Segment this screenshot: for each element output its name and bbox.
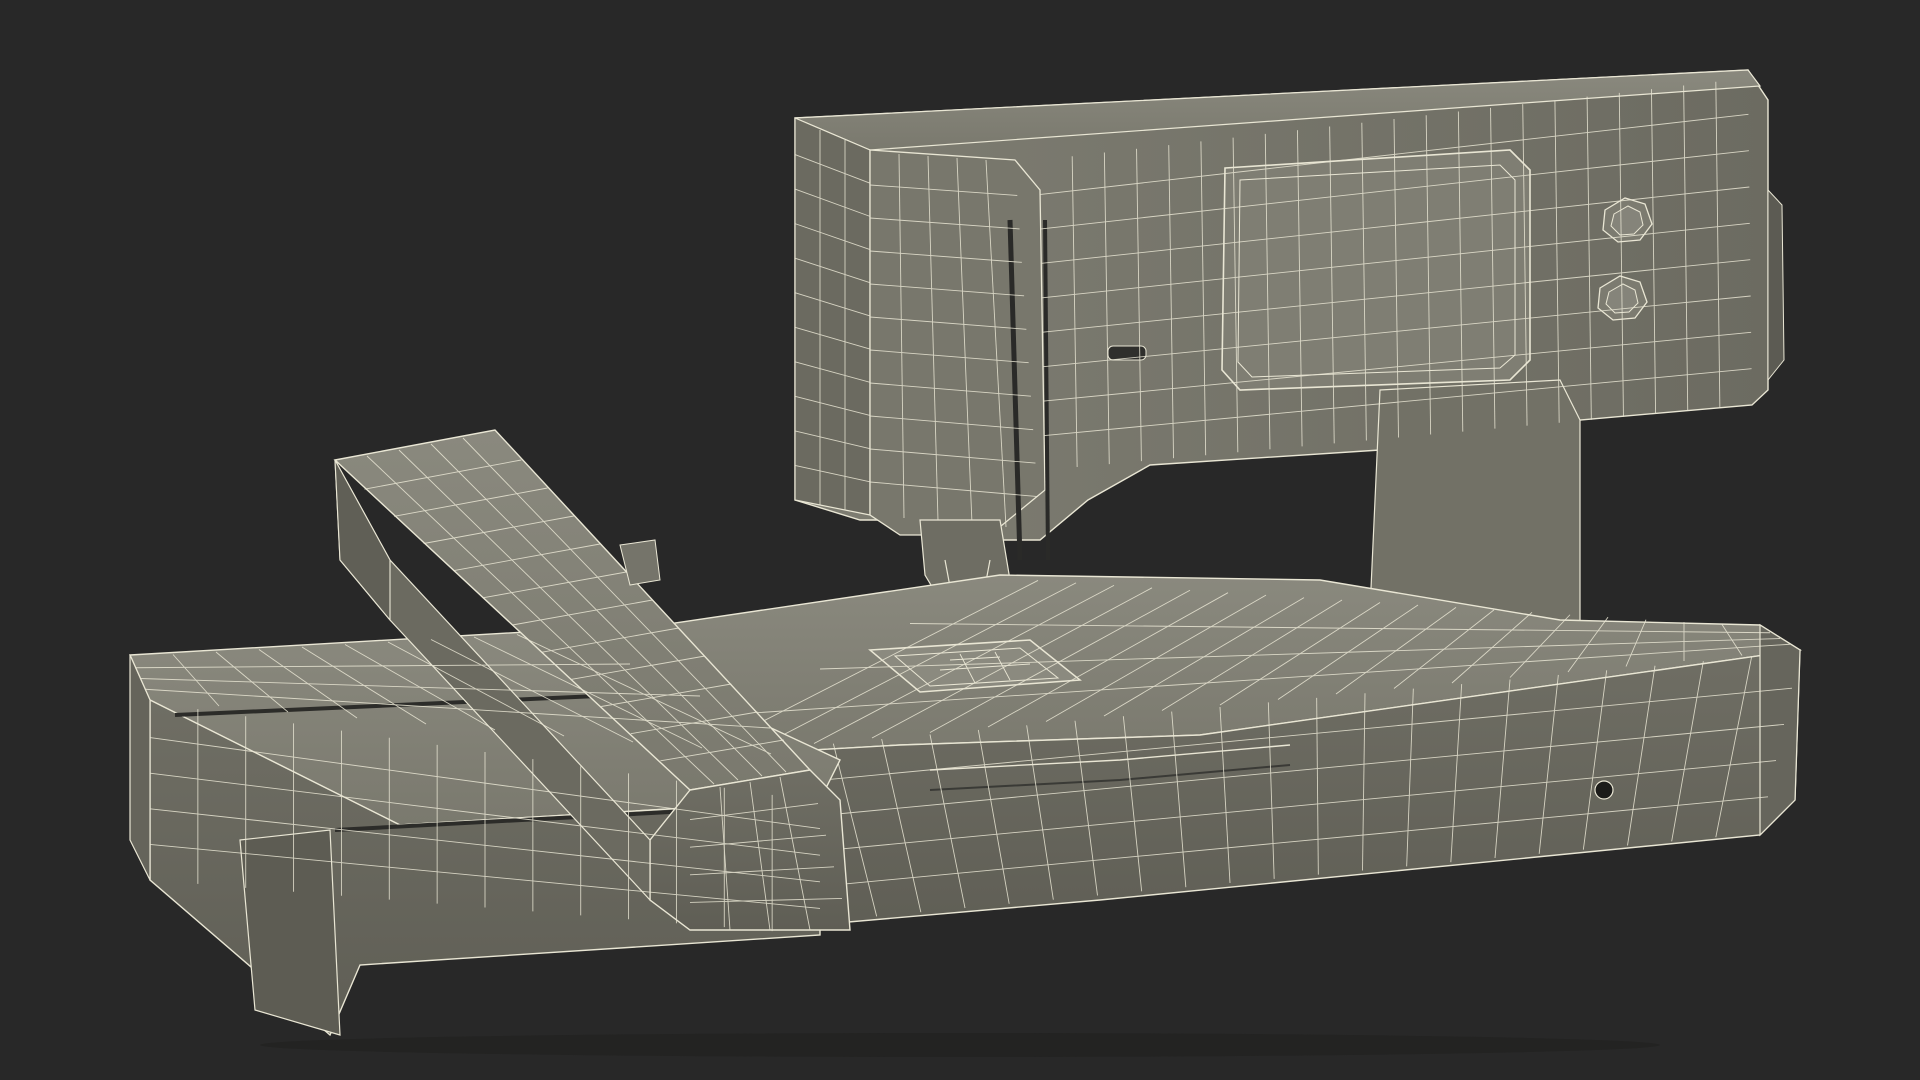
embroidery-unit <box>128 429 851 1037</box>
ground-shadow <box>260 1033 1660 1057</box>
render-viewport <box>0 0 1920 1080</box>
sewing-machine-render <box>128 69 1802 1057</box>
base-hole <box>1594 780 1614 800</box>
